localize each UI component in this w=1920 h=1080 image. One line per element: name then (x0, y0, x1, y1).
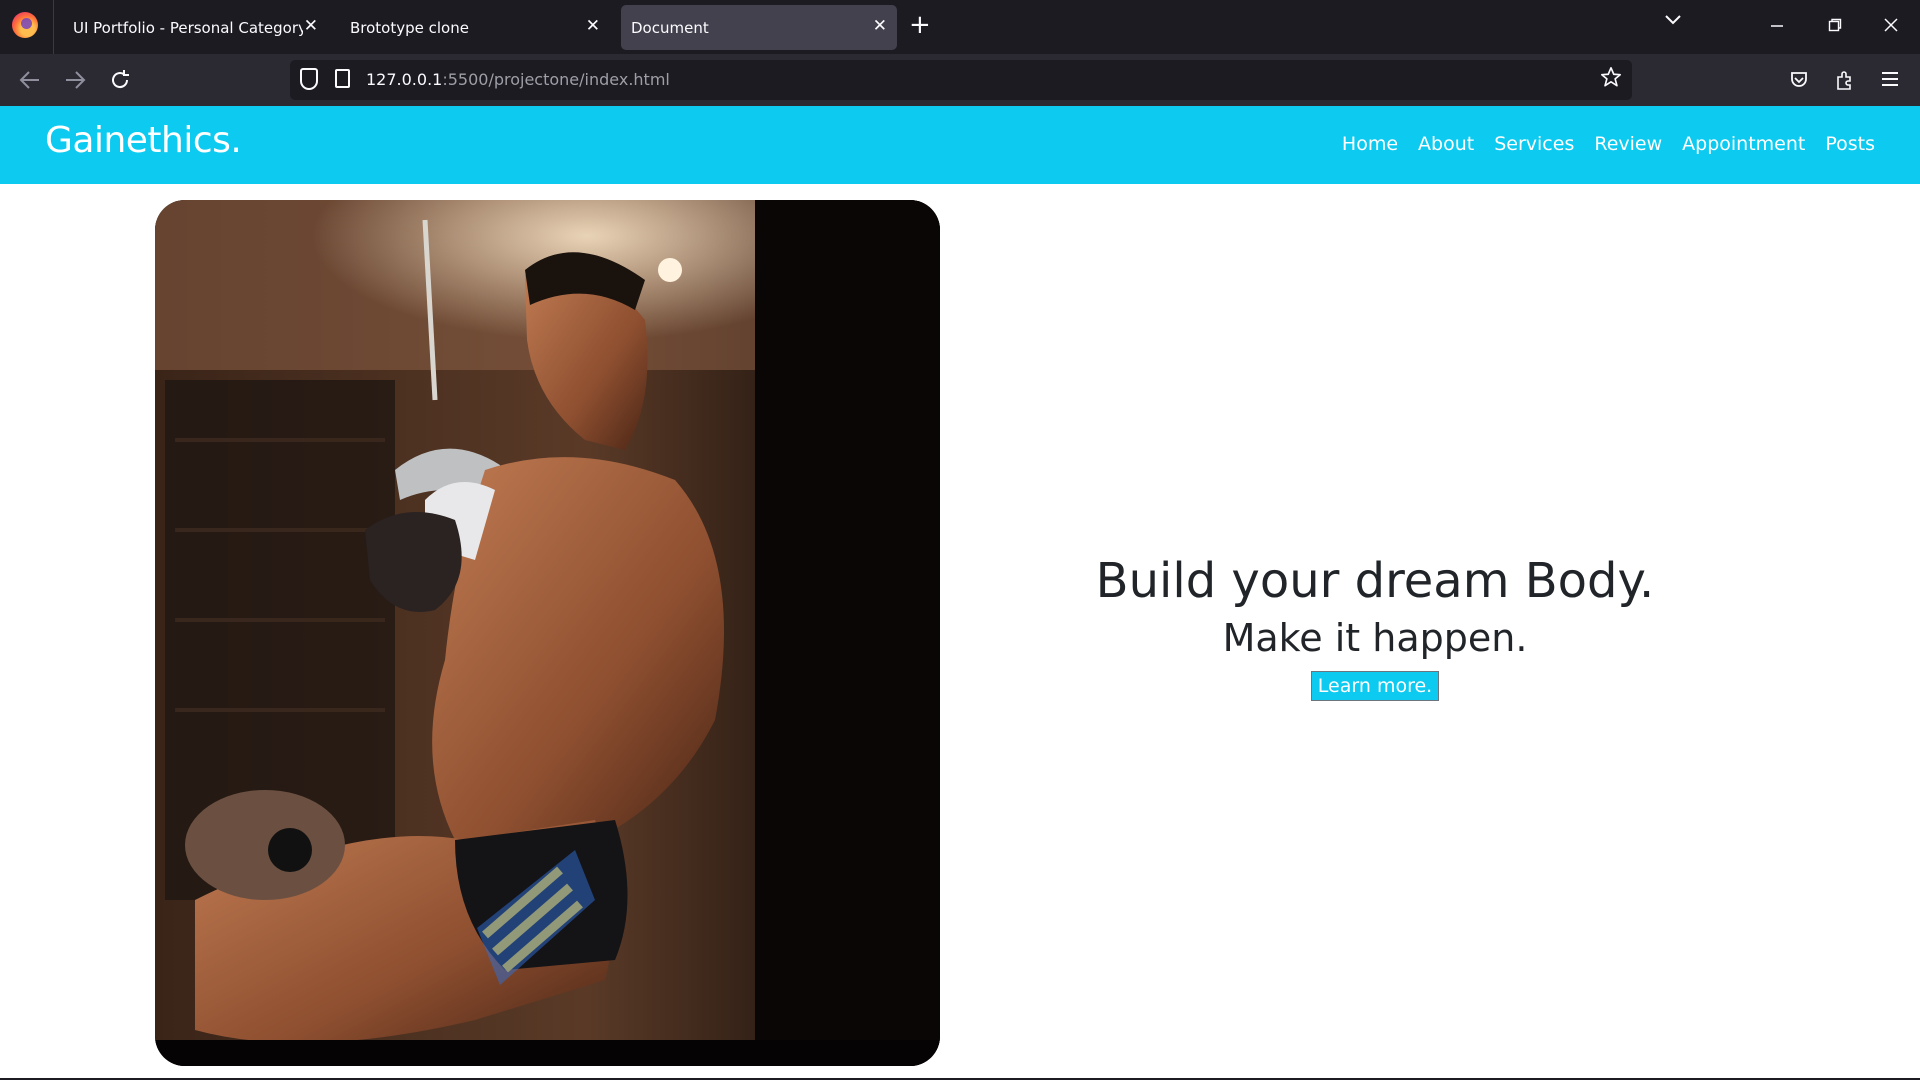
extensions-icon[interactable] (1835, 69, 1855, 91)
nav-link-review[interactable]: Review (1594, 133, 1662, 155)
firefox-logo-icon (12, 12, 38, 38)
address-bar[interactable]: 127.0.0.1:5500/projectone/index.html (290, 60, 1632, 100)
tab-document[interactable]: Document ✕ (621, 5, 897, 50)
gym-athlete-photo (155, 200, 940, 1066)
page-info-icon[interactable] (335, 69, 350, 88)
site-nav: Home About Services Review Appointment P… (1342, 133, 1875, 155)
nav-link-about[interactable]: About (1418, 133, 1474, 155)
close-tab-icon[interactable]: ✕ (304, 16, 318, 36)
tab-title: Brototype clone (350, 19, 469, 37)
browser-toolbar: 127.0.0.1:5500/projectone/index.html (0, 54, 1920, 106)
hero-subheadline: Make it happen. (1222, 616, 1528, 660)
new-tab-icon[interactable]: + (909, 11, 931, 39)
url-host: 127.0.0.1 (366, 70, 443, 89)
url-text[interactable]: 127.0.0.1:5500/projectone/index.html (366, 70, 670, 89)
menu-hamburger-icon[interactable] (1881, 71, 1899, 87)
minimize-icon[interactable] (1770, 18, 1784, 32)
pocket-icon[interactable] (1789, 70, 1809, 90)
nav-link-posts[interactable]: Posts (1825, 133, 1875, 155)
tab-divider (53, 0, 54, 54)
tab-title: Document (631, 19, 709, 37)
nav-link-services[interactable]: Services (1494, 133, 1574, 155)
forward-arrow-icon[interactable] (64, 70, 86, 90)
tab-ui-portfolio[interactable]: UI Portfolio - Personal Category Boo ✕ (58, 5, 328, 50)
hero-photo (155, 200, 940, 1066)
hero-headline: Build your dream Body. (1095, 553, 1655, 609)
close-tab-icon[interactable]: ✕ (586, 16, 600, 36)
url-path: :5500/projectone/index.html (442, 70, 670, 89)
browser-tab-strip: UI Portfolio - Personal Category Boo ✕ B… (0, 0, 1920, 54)
nav-link-appointment[interactable]: Appointment (1682, 133, 1805, 155)
restore-icon[interactable] (1828, 18, 1842, 32)
site-brand[interactable]: Gainethics. (45, 120, 242, 161)
reload-icon[interactable] (109, 69, 131, 91)
nav-link-home[interactable]: Home (1342, 133, 1398, 155)
hero-section: Build your dream Body. Make it happen. L… (1035, 551, 1715, 701)
close-tab-icon[interactable]: ✕ (873, 16, 887, 36)
tab-title: UI Portfolio - Personal Category Boo (73, 19, 303, 37)
bookmark-star-icon[interactable] (1600, 66, 1622, 88)
page-viewport: Gainethics. Home About Services Review A… (0, 106, 1920, 1078)
tab-brototype-clone[interactable]: Brototype clone ✕ (335, 5, 610, 50)
site-header: Gainethics. Home About Services Review A… (0, 106, 1920, 184)
close-window-icon[interactable] (1884, 18, 1898, 32)
chevron-down-icon[interactable] (1664, 14, 1682, 26)
learn-more-button[interactable]: Learn more. (1310, 671, 1440, 701)
back-arrow-icon[interactable] (19, 70, 41, 90)
shield-icon[interactable] (300, 68, 318, 90)
